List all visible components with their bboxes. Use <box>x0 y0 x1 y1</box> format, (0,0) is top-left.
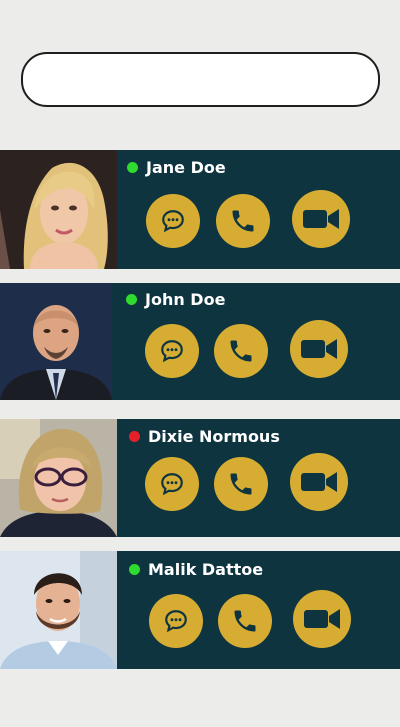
contact-card: Jane Doe <box>0 150 400 269</box>
contact-avatar <box>0 283 112 400</box>
contact-name: Jane Doe <box>146 158 226 177</box>
status-indicator <box>129 564 140 575</box>
message-button[interactable] <box>146 194 200 248</box>
video-call-button[interactable] <box>290 453 348 511</box>
video-icon <box>301 339 337 359</box>
video-call-button[interactable] <box>293 590 351 648</box>
status-indicator <box>127 162 138 173</box>
message-button[interactable] <box>149 594 203 648</box>
contact-card: Malik Dattoe <box>0 551 400 669</box>
contact-name: Malik Dattoe <box>148 560 264 579</box>
call-button[interactable] <box>216 194 270 248</box>
video-call-button[interactable] <box>292 190 350 248</box>
message-button[interactable] <box>145 457 199 511</box>
chat-icon <box>162 210 184 233</box>
search-input[interactable] <box>21 52 380 107</box>
contact-avatar <box>0 150 117 269</box>
call-button[interactable] <box>218 594 272 648</box>
chat-icon <box>165 610 187 633</box>
phone-icon <box>232 210 254 232</box>
contact-name: John Doe <box>145 290 226 309</box>
chat-icon <box>161 340 183 363</box>
phone-icon <box>234 610 256 632</box>
contact-card: Dixie Normous <box>0 419 400 537</box>
contact-name: Dixie Normous <box>148 427 280 446</box>
video-call-button[interactable] <box>290 320 348 378</box>
video-icon <box>303 209 339 229</box>
status-indicator <box>126 294 137 305</box>
phone-icon <box>230 473 252 495</box>
call-button[interactable] <box>214 457 268 511</box>
video-icon <box>304 609 340 629</box>
message-button[interactable] <box>145 324 199 378</box>
contact-avatar <box>0 419 117 537</box>
contact-card: John Doe <box>0 283 400 400</box>
status-indicator <box>129 431 140 442</box>
contact-avatar <box>0 551 117 669</box>
video-icon <box>301 472 337 492</box>
phone-icon <box>230 340 252 362</box>
chat-icon <box>161 473 183 496</box>
call-button[interactable] <box>214 324 268 378</box>
